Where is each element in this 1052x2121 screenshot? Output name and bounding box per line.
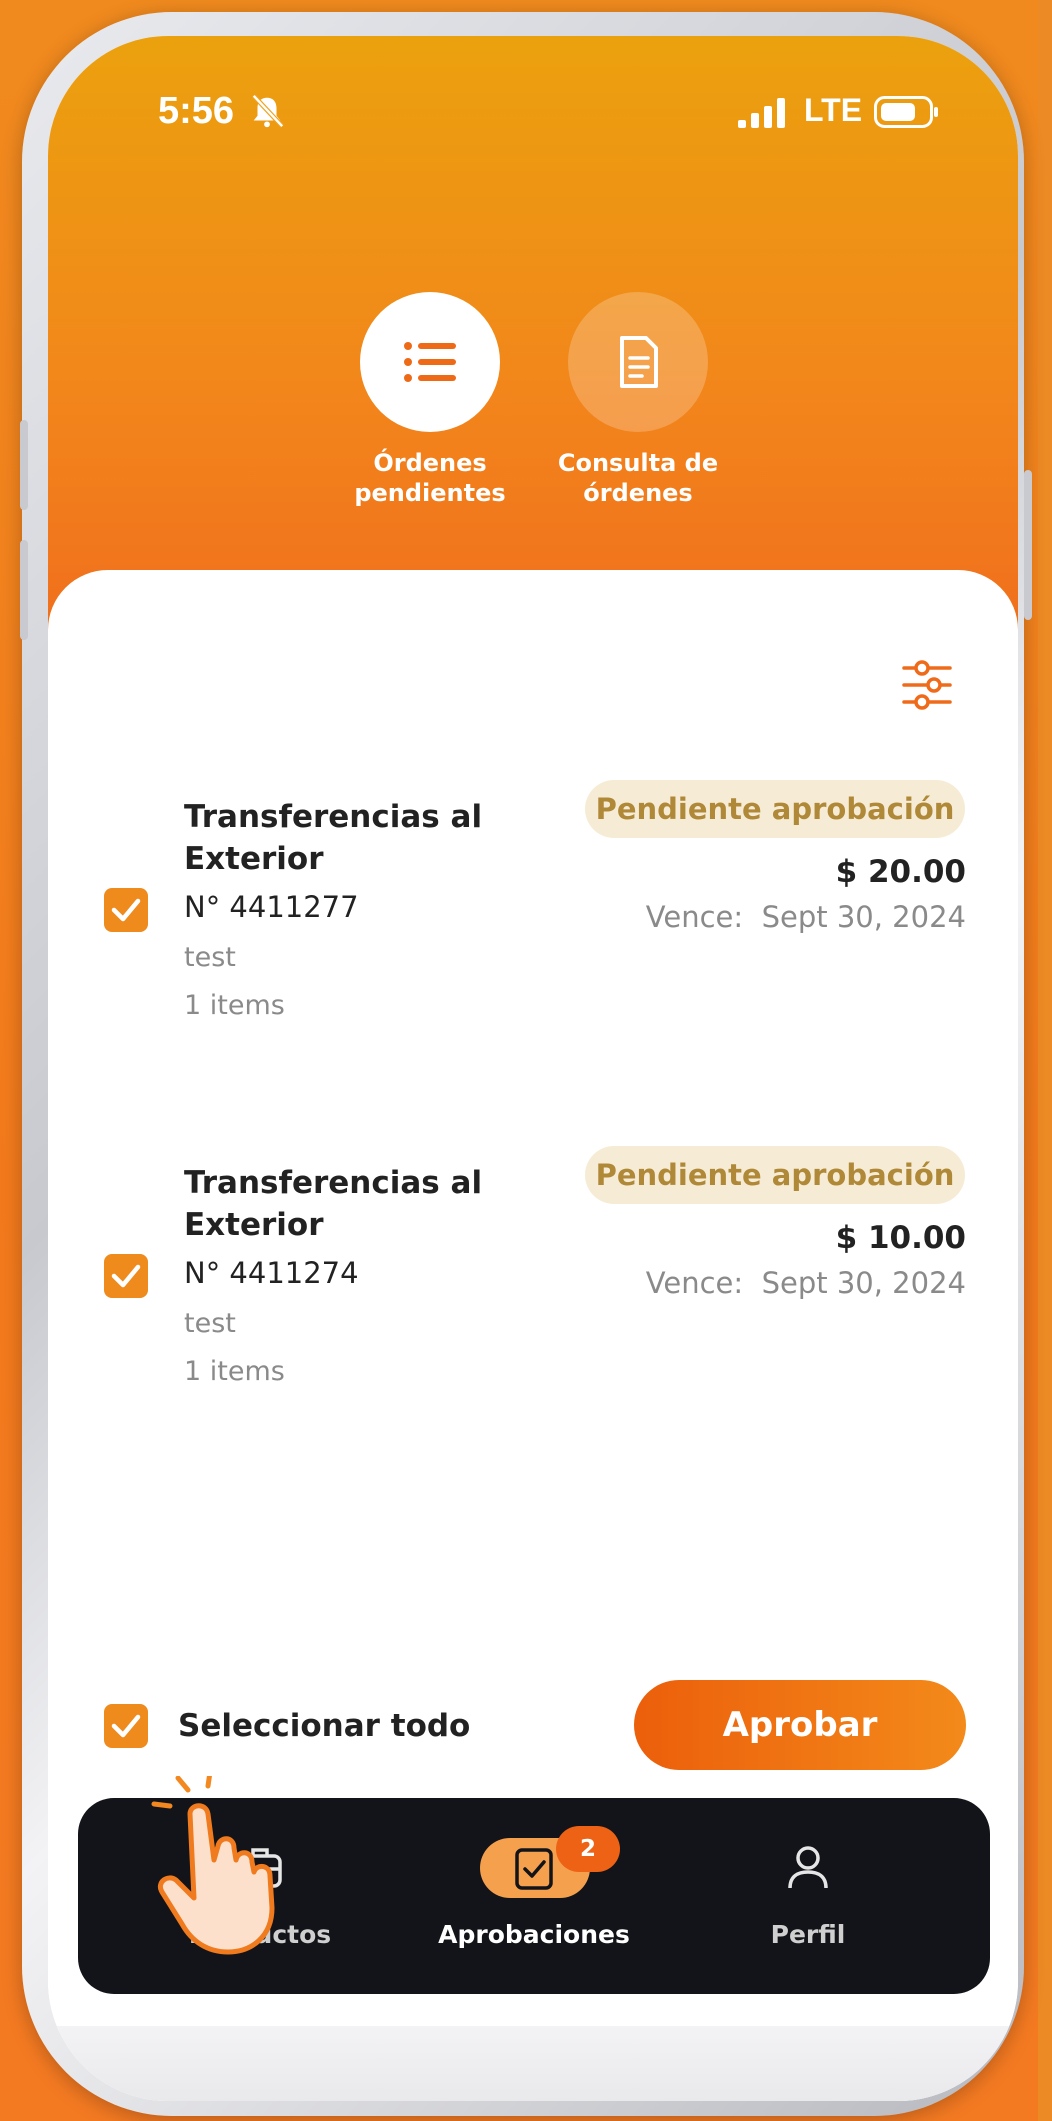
nav-label: Aprobaciones bbox=[438, 1920, 630, 1949]
order-query-label-line1: Consulta de bbox=[557, 449, 719, 477]
order-due-date: Vence: Sept 30, 2024 bbox=[645, 1266, 966, 1300]
approve-button[interactable]: Aprobar bbox=[634, 1680, 966, 1770]
pending-orders-label-line2: pendientes bbox=[354, 479, 506, 507]
document-icon bbox=[620, 336, 658, 388]
order-checkbox[interactable] bbox=[104, 1254, 148, 1298]
order-title-line2: Exterior bbox=[184, 841, 324, 877]
order-description: test bbox=[184, 942, 236, 973]
phone-side-button bbox=[20, 540, 28, 640]
phone-screen: 5:56 LTE Órdenes pendientes Consulta de … bbox=[48, 36, 1018, 2101]
status-badge: Pendiente aprobación bbox=[585, 1146, 965, 1204]
checkmark-icon bbox=[111, 1714, 141, 1738]
checkmark-icon bbox=[111, 1264, 141, 1288]
signal-icon bbox=[738, 98, 785, 128]
order-title-line1: Transferencias al bbox=[184, 799, 483, 835]
pending-orders-label: Órdenes pendientes bbox=[320, 448, 540, 508]
pending-orders-button[interactable] bbox=[360, 292, 500, 432]
order-query-label-line2: órdenes bbox=[583, 479, 693, 507]
battery-icon bbox=[874, 96, 938, 128]
list-icon bbox=[404, 342, 456, 382]
order-query-button[interactable] bbox=[568, 292, 708, 432]
bell-muted-icon bbox=[251, 94, 284, 128]
background-decoration bbox=[1038, 0, 1052, 2121]
order-item[interactable]: Transferencias al Exterior N° 4411277 te… bbox=[48, 780, 1018, 1096]
user-icon bbox=[788, 1846, 828, 1889]
order-checkbox[interactable] bbox=[104, 888, 148, 932]
nav-item-aprobaciones[interactable]: 2 Aprobaciones bbox=[414, 1798, 654, 1994]
pending-orders-label-line1: Órdenes bbox=[373, 449, 487, 477]
network-type: LTE bbox=[804, 92, 863, 128]
select-all-checkbox[interactable] bbox=[104, 1704, 148, 1748]
order-title: Transferencias al Exterior bbox=[184, 796, 524, 880]
order-query-label: Consulta de órdenes bbox=[528, 448, 748, 508]
status-bar: 5:56 LTE bbox=[48, 36, 1018, 156]
filter-sliders-icon[interactable] bbox=[900, 658, 954, 712]
order-items-count: 1 items bbox=[184, 990, 285, 1021]
phone-side-button bbox=[20, 420, 28, 510]
order-number: N° 4411274 bbox=[184, 1256, 359, 1290]
order-description: test bbox=[184, 1308, 236, 1339]
status-badge: Pendiente aprobación bbox=[585, 780, 965, 838]
nav-item-perfil[interactable]: Perfil bbox=[688, 1798, 928, 1994]
home-indicator-area bbox=[48, 2026, 1018, 2101]
order-title-line1: Transferencias al bbox=[184, 1165, 483, 1201]
select-all-label[interactable]: Seleccionar todo bbox=[178, 1708, 470, 1744]
order-title-line2: Exterior bbox=[184, 1207, 324, 1243]
notification-badge: 2 bbox=[556, 1826, 620, 1872]
order-amount: $ 20.00 bbox=[835, 854, 966, 890]
phone-side-button bbox=[1024, 470, 1032, 620]
status-time: 5:56 bbox=[158, 90, 235, 132]
order-items-count: 1 items bbox=[184, 1356, 285, 1387]
tap-hand-icon bbox=[151, 1776, 275, 1955]
checkmark-icon bbox=[111, 898, 141, 922]
order-item[interactable]: Transferencias al Exterior N° 4411274 te… bbox=[48, 1146, 1018, 1462]
clipboard-check-icon bbox=[515, 1848, 553, 1890]
order-title: Transferencias al Exterior bbox=[184, 1162, 524, 1246]
order-due-date: Vence: Sept 30, 2024 bbox=[645, 900, 966, 934]
order-number: N° 4411277 bbox=[184, 890, 359, 924]
nav-label: Perfil bbox=[770, 1920, 846, 1949]
order-amount: $ 10.00 bbox=[835, 1220, 966, 1256]
